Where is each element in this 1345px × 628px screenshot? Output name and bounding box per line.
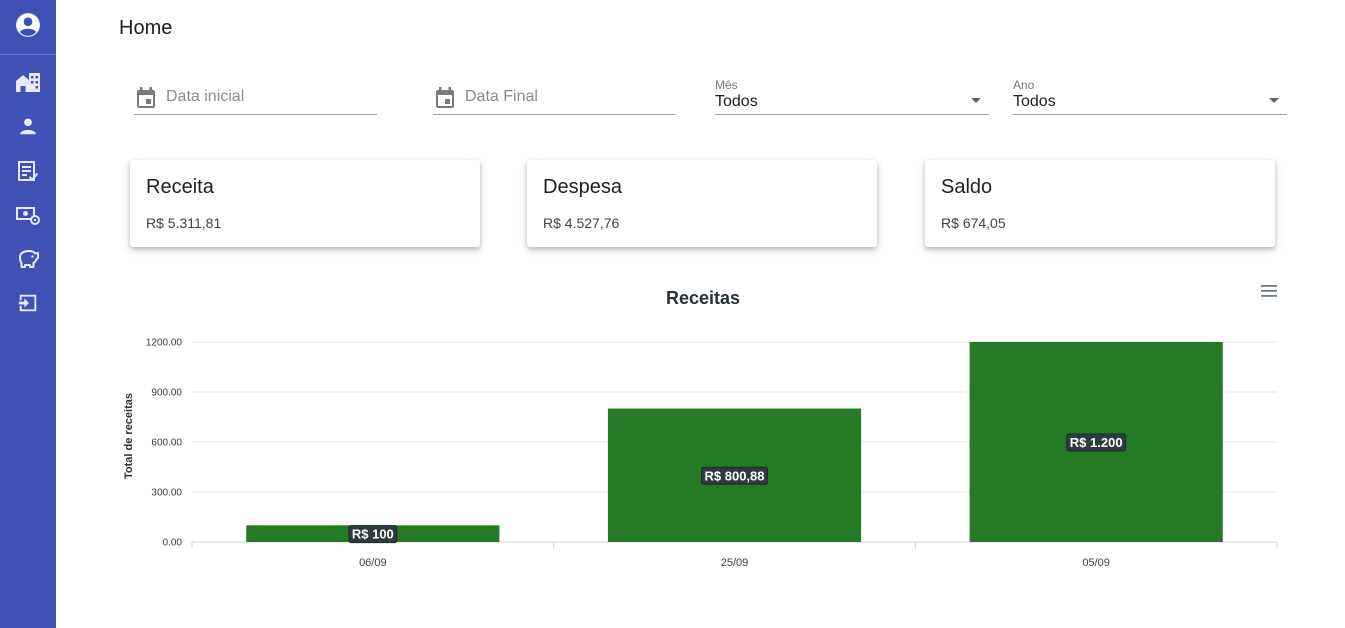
revenue-chart: Receitas Total de receitas 0.00 300.00 600… — [123, 288, 1278, 569]
expense-card-title: Despesa — [543, 176, 622, 198]
y-tick-label: 600.00 — [151, 438, 182, 449]
month-select[interactable]: Mês Todos — [715, 78, 989, 115]
sidebar-item-list[interactable] — [0, 151, 56, 191]
sidebar-item-savings[interactable] — [0, 239, 56, 279]
end-date-placeholder: Data Final — [465, 88, 538, 105]
x-tick-label: 06/09 — [359, 557, 387, 569]
revenue-card-title: Receita — [146, 176, 214, 198]
page-title: Home — [119, 17, 173, 39]
year-select-label: Ano — [1013, 78, 1035, 92]
exit-icon — [18, 294, 37, 312]
piggy-bank-icon — [19, 250, 39, 268]
sidebar-divider — [0, 54, 56, 55]
balance-card-title: Saldo — [941, 176, 993, 198]
month-select-label: Mês — [715, 78, 738, 92]
expense-card: Despesa R$ 4.527,76 — [527, 160, 877, 247]
chart-title: Receitas — [666, 288, 740, 308]
start-date-field[interactable]: Data inicial — [134, 78, 377, 115]
expense-card-value: R$ 4.527,76 — [543, 215, 620, 231]
end-date-field[interactable]: Data Final — [433, 78, 675, 115]
calendar-icon — [436, 87, 454, 108]
y-tick-label: 300.00 — [151, 488, 182, 499]
revenue-card-value: R$ 5.311,81 — [146, 215, 222, 231]
person-icon — [20, 118, 36, 135]
buildings-icon — [16, 73, 40, 92]
balance-card-value: R$ 674,05 — [941, 215, 1006, 231]
y-tick-label: 0.00 — [163, 538, 183, 549]
data-label-text: R$ 100 — [352, 527, 394, 542]
sidebar-item-buildings[interactable] — [0, 62, 56, 102]
start-date-placeholder: Data inicial — [166, 88, 245, 105]
money-settings-icon — [16, 207, 40, 225]
sidebar-item-money[interactable] — [0, 195, 56, 235]
x-tick-label: 25/09 — [721, 557, 749, 569]
caret-down-icon — [971, 98, 981, 103]
sidebar — [0, 0, 56, 628]
data-label-text: R$ 1.200 — [1070, 435, 1123, 450]
data-label: R$ 100 — [348, 525, 398, 544]
data-label-text: R$ 800,88 — [705, 468, 765, 483]
caret-down-icon — [1269, 98, 1279, 103]
list-check-icon — [18, 161, 39, 181]
y-tick-label: 900.00 — [151, 388, 182, 399]
calendar-icon — [137, 87, 155, 108]
sidebar-item-users[interactable] — [0, 106, 56, 146]
year-select-value: Todos — [1013, 93, 1056, 110]
balance-card: Saldo R$ 674,05 — [925, 160, 1275, 247]
account-button[interactable] — [0, 5, 56, 45]
y-tick-label: 1200.00 — [146, 338, 183, 349]
sidebar-item-logout[interactable] — [0, 283, 56, 323]
data-label: R$ 800,88 — [701, 466, 768, 485]
year-select[interactable]: Ano Todos — [1013, 78, 1287, 115]
data-label: R$ 1.200 — [1066, 433, 1127, 452]
x-tick-label: 05/09 — [1082, 557, 1110, 569]
month-select-value: Todos — [715, 93, 758, 110]
account-circle-icon — [16, 13, 40, 37]
revenue-card: Receita R$ 5.311,81 — [130, 160, 480, 247]
y-axis-label: Total de receitas — [123, 393, 135, 479]
